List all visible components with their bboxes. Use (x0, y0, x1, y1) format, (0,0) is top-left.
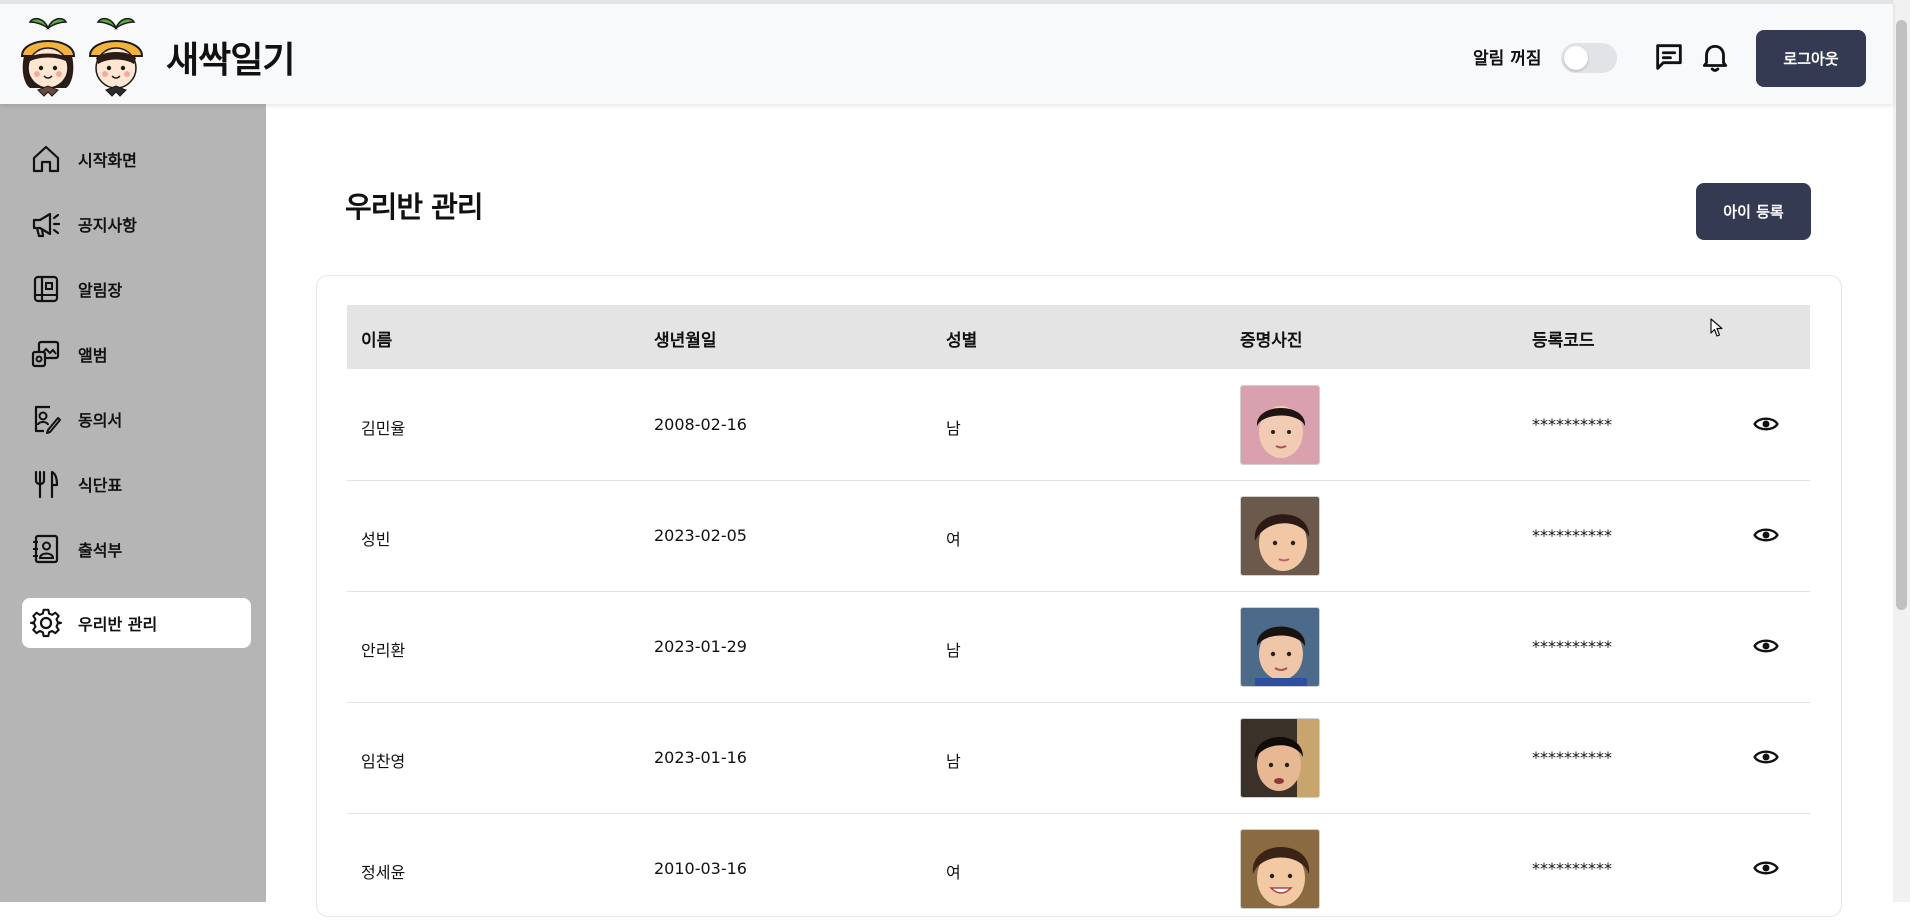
child-portrait-icon (1241, 719, 1319, 797)
registration-code: ********** (1532, 526, 1612, 545)
column-header-birthdate: 생년월일 (654, 331, 717, 351)
sidebar-item-notice[interactable]: 공지사항 (22, 199, 251, 249)
page-scrollbar[interactable] (1893, 0, 1910, 902)
logo[interactable]: 새싹일기 (16, 14, 295, 100)
child-birthdate: 2023-01-16 (654, 748, 747, 767)
sidebar-item-album[interactable]: 앨범 (22, 329, 251, 379)
child-name: 정세윤 (361, 863, 406, 882)
logout-button[interactable]: 로그아웃 (1756, 30, 1866, 87)
sidebar-item-label: 출석부 (78, 541, 123, 560)
sidebar: 시작화면 공지사항 알림장 앨범 동의서 식단표 출석부 우리반 관리 (0, 104, 266, 902)
child-gender: 여 (946, 863, 961, 882)
notification-toggle[interactable] (1561, 43, 1617, 73)
sidebar-item-label: 공지사항 (78, 216, 137, 235)
home-icon (32, 145, 60, 173)
child-birthdate: 2023-02-05 (654, 526, 747, 545)
kid-mascot-girl-icon (20, 17, 76, 97)
register-child-button[interactable]: 아이 등록 (1696, 183, 1811, 240)
sidebar-item-label: 시작화면 (78, 151, 137, 170)
child-name: 안리환 (361, 641, 406, 660)
child-photo[interactable] (1240, 829, 1320, 909)
child-birthdate: 2008-02-16 (654, 415, 747, 434)
child-name: 성빈 (361, 530, 391, 549)
registration-code: ********** (1532, 859, 1612, 878)
eye-icon[interactable] (1753, 411, 1779, 437)
child-gender: 남 (946, 419, 961, 438)
child-photo[interactable] (1240, 385, 1320, 465)
notification-status-label: 알림 꺼짐 (1473, 49, 1542, 69)
child-portrait-icon (1241, 497, 1319, 575)
kid-mascot-boy-icon (88, 17, 144, 97)
eye-icon[interactable] (1753, 744, 1779, 770)
megaphone-icon (32, 212, 61, 238)
gear-icon (30, 608, 62, 638)
eye-icon[interactable] (1753, 633, 1779, 659)
child-gender: 남 (946, 752, 961, 771)
sidebar-item-attendance[interactable]: 출석부 (22, 524, 251, 574)
notebook-icon (33, 275, 59, 303)
chat-icon[interactable] (1652, 40, 1686, 74)
column-header-gender: 성별 (946, 331, 978, 351)
child-birthdate: 2010-03-16 (654, 859, 747, 878)
column-header-name: 이름 (361, 331, 393, 351)
toggle-knob (1564, 46, 1588, 70)
table-row[interactable]: 안리환 2023-01-29 남 ********** (347, 591, 1810, 703)
album-icon (31, 340, 60, 368)
child-portrait-icon (1241, 386, 1319, 464)
scrollbar-thumb[interactable] (1896, 20, 1907, 610)
child-name: 김민율 (361, 419, 406, 438)
sidebar-item-consent[interactable]: 동의서 (22, 394, 251, 444)
child-gender: 여 (946, 530, 961, 549)
bell-icon[interactable] (1698, 40, 1732, 74)
column-header-code: 등록코드 (1532, 331, 1595, 351)
eye-icon[interactable] (1753, 522, 1779, 548)
fork-knife-icon (34, 470, 59, 499)
registration-code: ********** (1532, 637, 1612, 656)
brand-name: 새싹일기 (166, 40, 295, 81)
column-header-photo: 증명사진 (1240, 331, 1303, 351)
table-row[interactable]: 김민율 2008-02-16 남 ********** (347, 369, 1810, 481)
table-header: 이름 생년월일 성별 증명사진 등록코드 (347, 305, 1810, 369)
sidebar-item-menu[interactable]: 식단표 (22, 459, 251, 509)
child-photo[interactable] (1240, 496, 1320, 576)
child-portrait-icon (1241, 608, 1319, 686)
table-row[interactable]: 임찬영 2023-01-16 남 ********** (347, 702, 1810, 814)
registration-code: ********** (1532, 415, 1612, 434)
sidebar-item-class-management[interactable]: 우리반 관리 (22, 598, 251, 648)
table-row[interactable]: 성빈 2023-02-05 여 ********** (347, 480, 1810, 592)
child-birthdate: 2023-01-29 (654, 637, 747, 656)
child-portrait-icon (1241, 830, 1319, 908)
mouse-cursor-icon (1710, 318, 1723, 337)
child-photo[interactable] (1240, 718, 1320, 798)
attendance-icon (33, 534, 59, 564)
registration-code: ********** (1532, 748, 1612, 767)
sidebar-item-label: 동의서 (78, 411, 123, 430)
sidebar-item-notebook[interactable]: 알림장 (22, 264, 251, 314)
child-photo[interactable] (1240, 607, 1320, 687)
consent-icon (34, 405, 61, 434)
sidebar-item-label: 식단표 (78, 476, 123, 495)
sidebar-item-home[interactable]: 시작화면 (22, 134, 251, 184)
table-row[interactable]: 정세윤 2010-03-16 여 ********** (347, 813, 1810, 924)
sidebar-item-label: 우리반 관리 (78, 615, 158, 634)
page-title: 우리반 관리 (345, 190, 483, 224)
sidebar-item-label: 알림장 (78, 281, 123, 300)
child-name: 임찬영 (361, 752, 406, 771)
top-header: 새싹일기 알림 꺼짐 로그아웃 (0, 0, 1893, 104)
eye-icon[interactable] (1753, 855, 1779, 881)
child-gender: 남 (946, 641, 961, 660)
sidebar-item-label: 앨범 (78, 346, 108, 365)
